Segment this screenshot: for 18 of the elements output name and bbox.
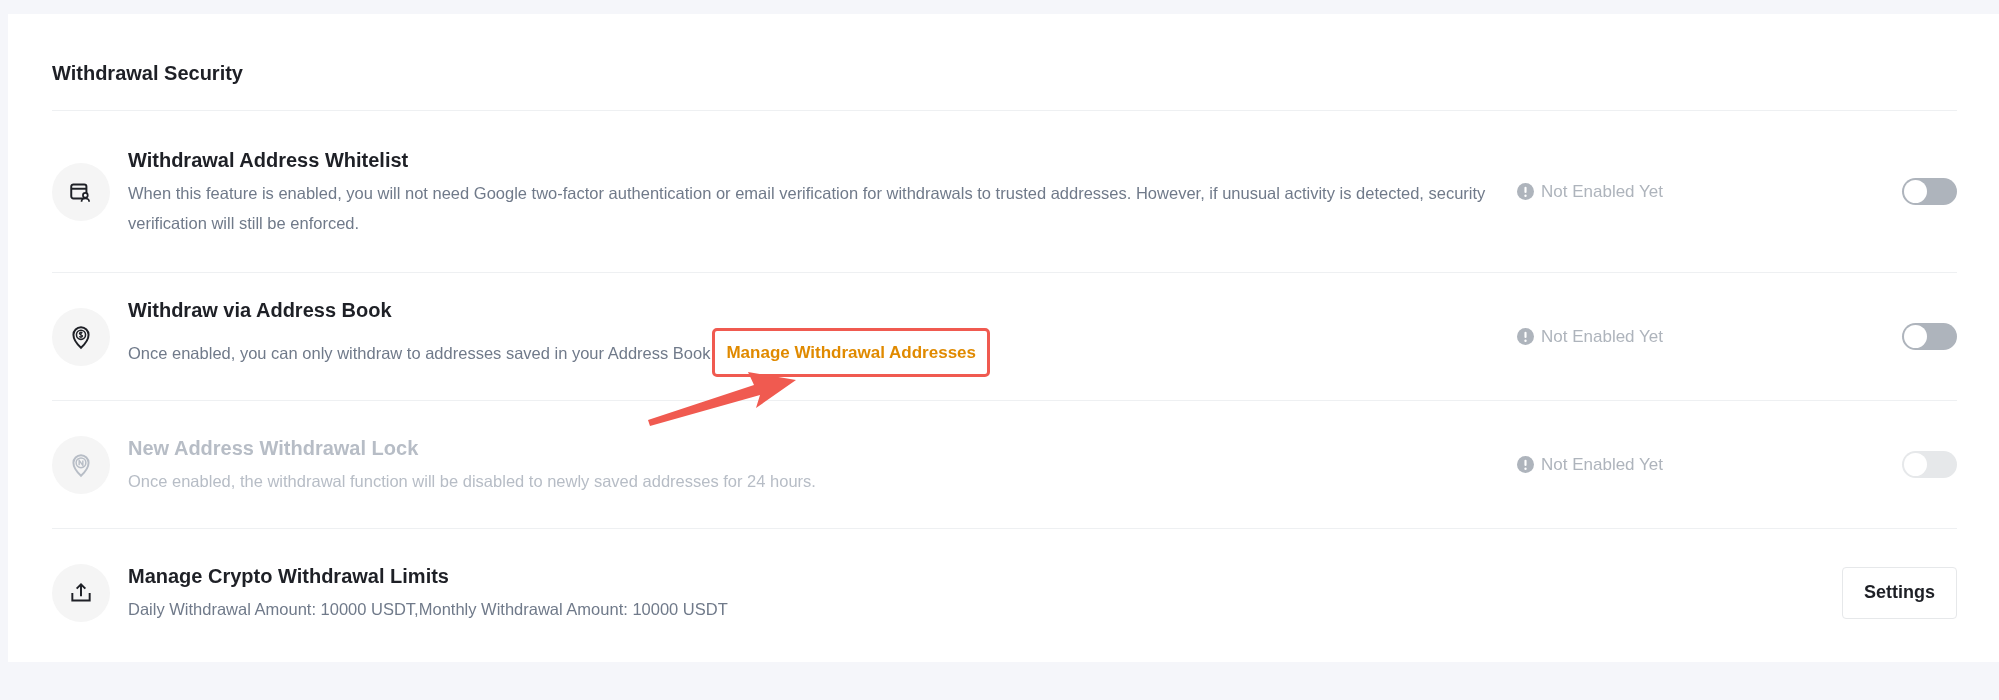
- status-label: Not Enabled Yet: [1541, 180, 1663, 203]
- alert-icon: [1517, 328, 1534, 345]
- setting-title: Manage Crypto Withdrawal Limits: [128, 563, 450, 589]
- toggle-switch[interactable]: [1902, 323, 1957, 350]
- alert-icon: [1517, 183, 1534, 200]
- section-title: Withdrawal Security: [52, 61, 244, 86]
- setting-title: Withdraw via Address Book: [128, 297, 393, 323]
- alert-icon: [1517, 456, 1534, 473]
- setting-description: When this feature is enabled, you will not need Google two-factor authentication or email verification for withdrawals to trusted addresses. However, if unusual activity is detected, security verification will still be enforced.: [128, 182, 1487, 234]
- setting-title: Withdrawal Address Whitelist: [128, 147, 410, 173]
- toggle-switch[interactable]: [1902, 178, 1957, 205]
- setting-title: New Address Withdrawal Lock: [128, 435, 420, 461]
- status-label: Not Enabled Yet: [1541, 325, 1663, 348]
- status-label: Not Enabled Yet: [1541, 453, 1663, 476]
- setting-description: Daily Withdrawal Amount: 10000 USDT,Monthly Withdrawal Amount: 10000 USDT: [128, 598, 728, 620]
- settings-button[interactable]: Settings: [1842, 566, 1957, 619]
- setting-description: Once enabled, you can only withdraw to addresses saved in your Address Book: [128, 342, 711, 364]
- setting-description: Once enabled, the withdrawal function will be disabled to newly saved addresses for 24 hours.: [128, 470, 816, 492]
